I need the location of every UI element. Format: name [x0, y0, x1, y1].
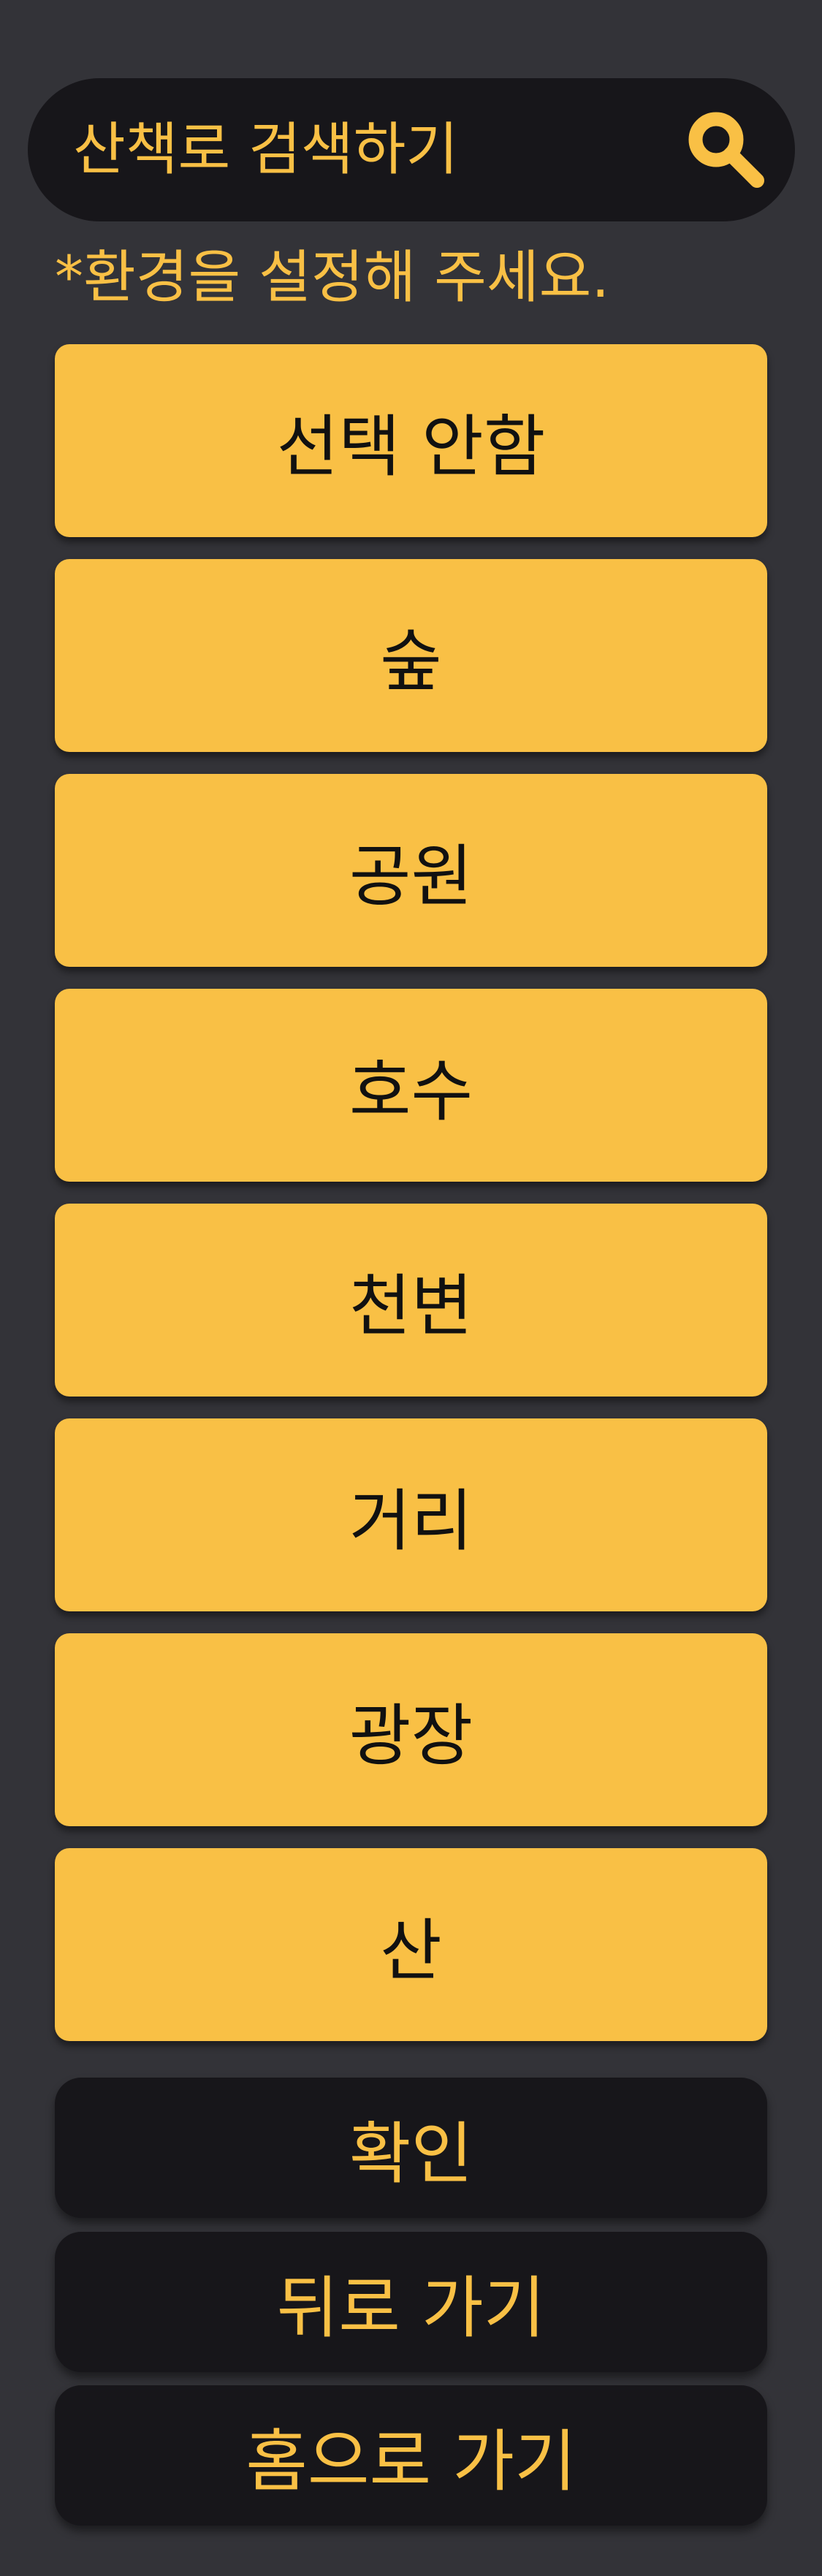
option-lake-button[interactable]: 호수: [55, 989, 767, 1182]
back-button[interactable]: 뒤로 가기: [55, 2232, 767, 2372]
option-stream-button[interactable]: 천변: [55, 1204, 767, 1397]
environment-hint: *환경을 설정해 주세요.: [55, 245, 610, 311]
option-park-button[interactable]: 공원: [55, 774, 767, 967]
search-input[interactable]: 산책로 검색하기: [73, 78, 458, 221]
option-plaza-button[interactable]: 광장: [55, 1633, 767, 1826]
option-forest-button[interactable]: 숲: [55, 559, 767, 752]
home-button[interactable]: 홈으로 가기: [55, 2385, 767, 2526]
option-none-button[interactable]: 선택 안함: [55, 344, 767, 537]
option-street-button[interactable]: 거리: [55, 1418, 767, 1611]
search-icon[interactable]: [685, 109, 767, 191]
confirm-button[interactable]: 확인: [55, 2078, 767, 2218]
search-bar[interactable]: 산책로 검색하기: [28, 78, 795, 221]
option-mountain-button[interactable]: 산: [55, 1848, 767, 2041]
